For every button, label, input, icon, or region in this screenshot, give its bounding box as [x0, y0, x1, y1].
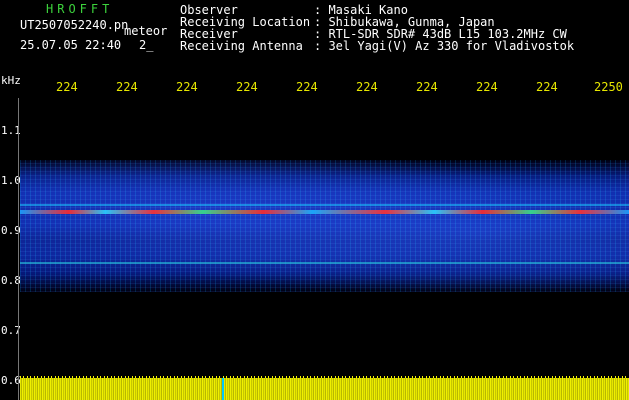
page-marker: 2_ [139, 38, 154, 52]
signal-line-secondary [20, 204, 629, 206]
antenna-value: : 3el Yagi(V) Az 330 for Vladivostok [314, 39, 575, 53]
marker-line [222, 378, 224, 400]
y-axis-unit: kHz [1, 74, 21, 87]
noise-band [20, 160, 629, 292]
noise-texture [20, 160, 629, 292]
antenna-label: Receiving Antenna [180, 39, 303, 53]
x-tick-label: 224 [356, 80, 378, 94]
x-tick-label: 224 [176, 80, 198, 94]
mode-label: meteor [124, 24, 168, 38]
filename-label: UT2507052240.pn [20, 18, 129, 32]
x-tick-label: 224 [236, 80, 258, 94]
x-tick-label: 2250 [594, 80, 623, 94]
signal-line-lower [20, 262, 629, 264]
signal-line-primary [20, 210, 629, 214]
x-tick-label: 224 [296, 80, 318, 94]
x-tick-label: 224 [536, 80, 558, 94]
antenna-row: Receiving Antenna : 3el Yagi(V) Az 330 f… [180, 40, 574, 52]
datetime-label: 25.07.05 22:40 [20, 38, 122, 52]
noise-floor [20, 378, 629, 400]
x-tick-label: 224 [416, 80, 438, 94]
observation-metadata: Observer : Masaki Kano Receiving Locatio… [180, 4, 574, 52]
app-brand: HROFFT [46, 2, 114, 16]
x-tick-label: 224 [116, 80, 138, 94]
y-axis-line [18, 98, 19, 400]
x-tick-label: 224 [476, 80, 498, 94]
spectrogram-plot [20, 98, 629, 400]
x-tick-label: 224 [56, 80, 78, 94]
